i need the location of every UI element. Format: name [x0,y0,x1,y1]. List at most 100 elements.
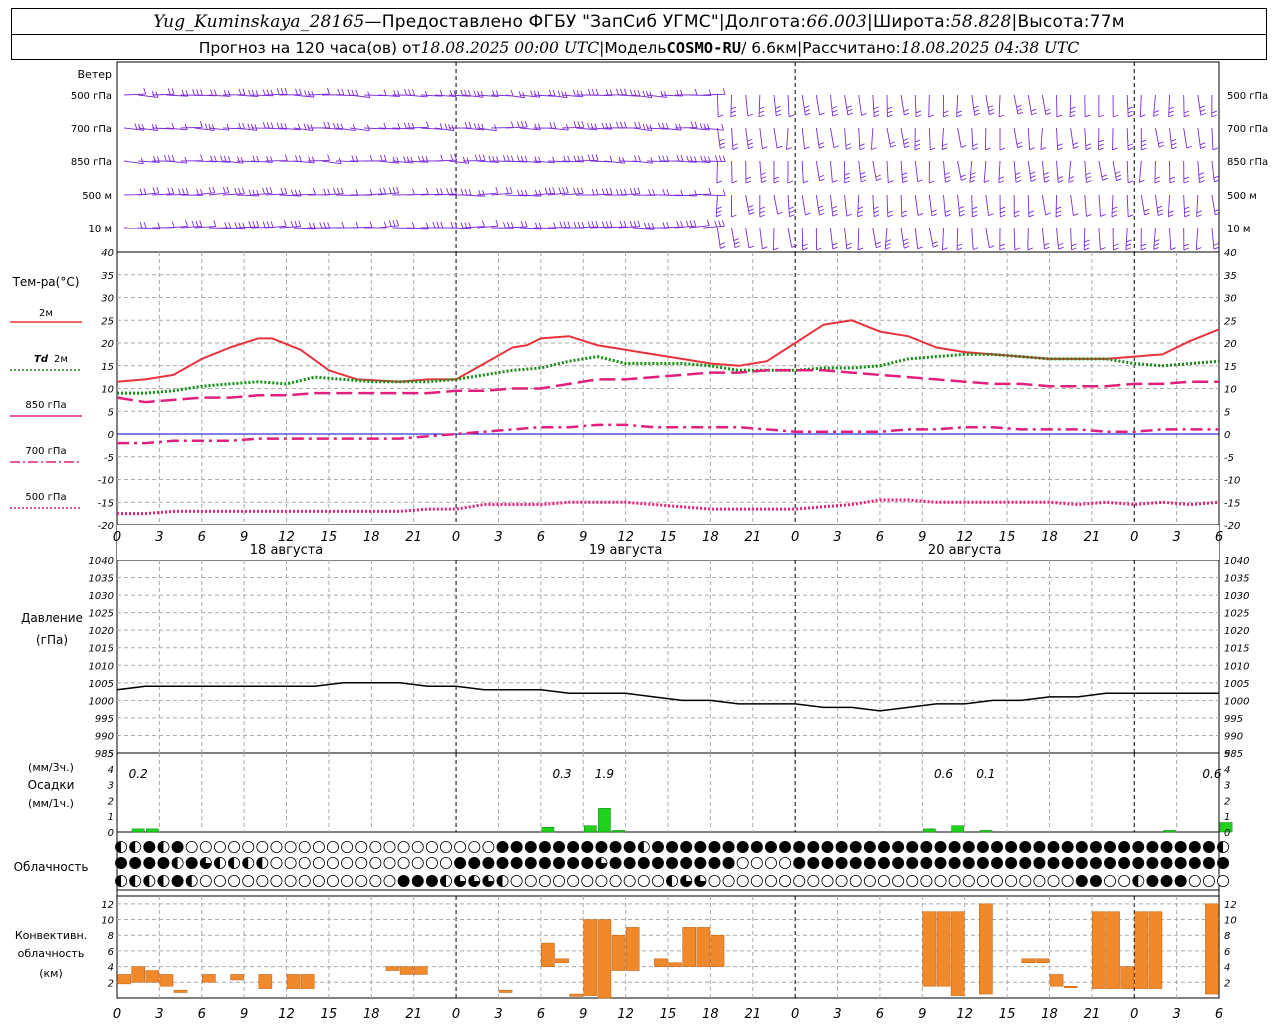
wind-barb [408,89,411,96]
wind-barb [1044,246,1050,250]
cloud-cover-symbol [397,875,410,888]
cloud-cover-symbol [383,857,396,870]
wind-barb [1040,147,1047,150]
cloud-cover-symbol [736,841,749,854]
wind-barb [199,220,203,227]
cloud-cover-symbol [1174,841,1187,854]
y-tick-label: 1005 [89,679,114,690]
wind-barb [143,221,147,229]
wind-barb [241,187,245,194]
wind-barb [1068,176,1075,179]
wind-barb [1213,242,1219,246]
wind-barb [857,206,864,210]
convective-bar [569,993,583,997]
wind-barb [652,189,656,196]
wind-barb [1169,176,1175,180]
wind-barb [295,155,298,162]
wind-barb [1126,194,1129,217]
wind-barb [1183,176,1190,180]
wind-barb [250,123,254,131]
wind-barb [1071,247,1077,251]
wind-barb [601,122,605,129]
wind-barb [1014,214,1020,218]
wind-barb [1085,147,1092,151]
cloud-cover-symbol [651,841,664,854]
wind-barb [516,189,520,196]
wind-barb [1115,171,1121,175]
wind-barb [914,143,921,147]
wind-barb [944,172,950,176]
x-tick-label: 3 [833,530,841,545]
y-tick-label: 1010 [89,661,114,672]
cloud-cover-symbol [369,841,382,854]
wind-barb [858,94,863,116]
wind-barb [957,160,962,181]
cloud-cover-symbol [962,841,975,854]
cloud-cover-symbol [877,875,890,888]
wind-barb [1125,227,1128,250]
cloud-cover-symbol [1160,841,1173,854]
wind-barb [311,156,315,163]
y-tick-label: 1040 [89,556,114,567]
wind-barb [1197,127,1202,149]
wind-barb [1183,180,1190,184]
wind-barb [180,126,203,129]
wind-barb [1127,110,1134,114]
y-tick-label: 995 [1224,714,1243,725]
wind-barb [185,188,189,195]
wind-barb [163,154,167,162]
cloud-cover-symbol [326,875,339,888]
cloud-cover-symbol [976,857,989,870]
wind-barb [601,221,605,228]
wind-barb [143,87,147,95]
cloud-cover-symbol [821,841,834,854]
wind-barb [999,247,1005,251]
x-tick-label: 21 [744,530,761,545]
wind-barb [956,94,959,117]
wind-barb [998,94,1001,117]
wind-barb [791,244,797,248]
wind-barb [234,188,238,195]
wind-barb [718,220,722,227]
cloud-cover-symbol [1174,875,1187,888]
x-tick-label: 21 [744,1007,761,1022]
wind-barb [252,220,256,228]
wind-barb [1157,209,1163,213]
wind-barb [506,155,510,162]
cloud-cover-symbol [694,857,707,870]
wind-barb [747,142,754,146]
cloud-cover-fill [1132,875,1139,887]
wind-level-label: 700 гПа [71,124,112,135]
wind-barb [262,122,266,129]
wind-barb [943,194,946,217]
wind-barb [716,160,718,183]
wind-level-label: 10 м [1227,224,1250,235]
wind-barb [1196,194,1199,217]
cloud-cover-symbol [213,875,226,888]
y-tick-label: 6 [108,947,114,958]
wind-barb [1170,139,1177,142]
wind-barb [434,159,457,162]
wind-barb [932,241,938,245]
cloud-cover-symbol [425,875,438,888]
wind-barb [961,177,967,181]
wind-barb [1154,176,1161,180]
wind-barb [520,221,524,228]
wind-barb [747,205,754,208]
wind-barb [1098,160,1104,181]
convective-bar [1035,958,1050,963]
wind-barb [943,160,946,183]
cloud-cover-symbol [1217,875,1230,888]
y-tick-label: 1010 [1224,661,1249,672]
y-tick-label: 4 [108,963,114,974]
wind-barb [690,121,694,128]
wind-barb [313,188,316,195]
convective-bar [625,927,640,971]
wind-barb [308,156,312,163]
wind-barb [573,221,577,229]
wind-barb [676,154,680,162]
wind-barb [1016,141,1023,145]
wind-barb [199,121,203,128]
wind-barb [956,114,962,118]
wind-barb [972,247,979,251]
